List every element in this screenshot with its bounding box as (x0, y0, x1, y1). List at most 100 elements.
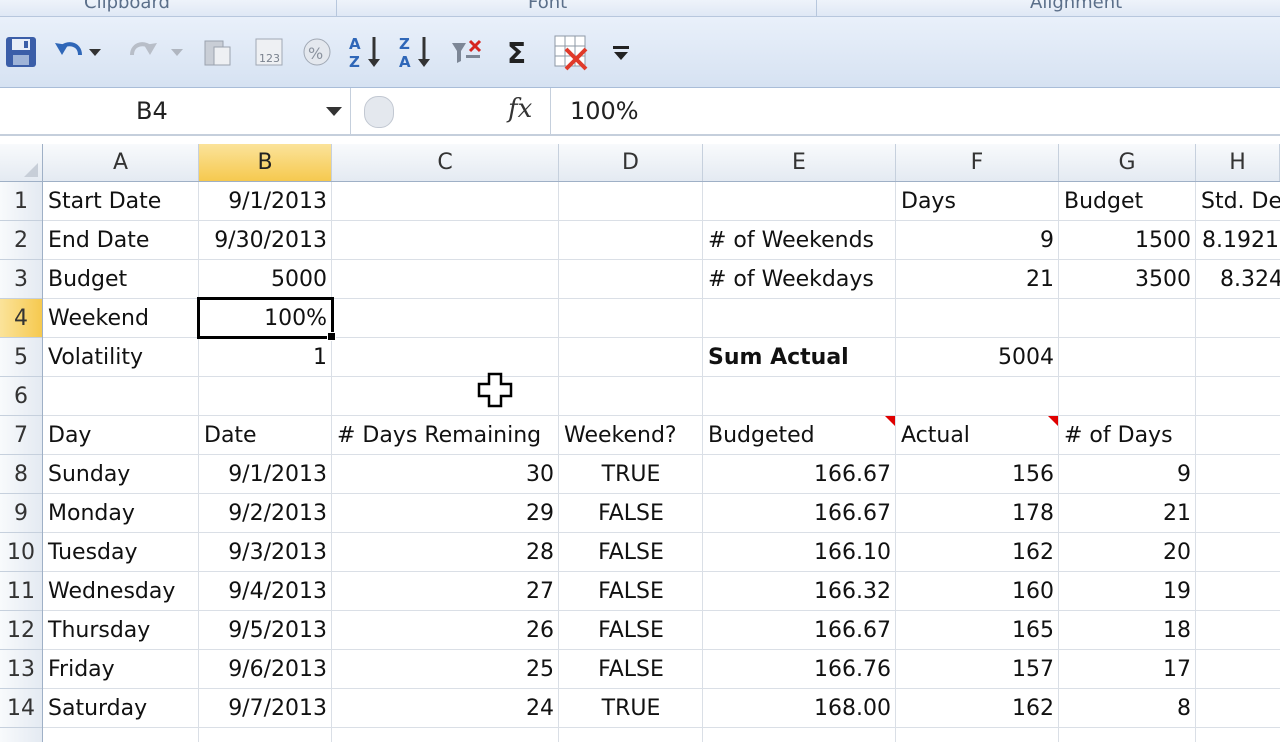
redo-icon[interactable] (124, 33, 162, 71)
insert-function-icon[interactable]: fx (508, 94, 532, 124)
column-header-g[interactable]: G (1059, 144, 1196, 181)
cell-g9[interactable]: 21 (1059, 494, 1196, 533)
cell-e14[interactable]: 168.00 (703, 689, 896, 728)
active-cell-selection[interactable] (197, 297, 334, 339)
row-header-13[interactable]: 13 (0, 650, 42, 689)
cell-g7[interactable]: # of Days (1059, 416, 1196, 455)
percent-style-icon[interactable]: % (298, 33, 336, 71)
row-header-5[interactable]: 5 (0, 338, 42, 377)
cell-g11[interactable]: 19 (1059, 572, 1196, 611)
cell-d12[interactable]: FALSE (559, 611, 703, 650)
cell-c13[interactable]: 25 (332, 650, 559, 689)
cell-e13[interactable]: 166.76 (703, 650, 896, 689)
fill-handle[interactable] (327, 332, 336, 341)
cell-e2[interactable]: # of Weekends (703, 221, 896, 260)
cell-e9[interactable]: 166.67 (703, 494, 896, 533)
cell-c7[interactable]: # Days Remaining (332, 416, 559, 455)
cell-f1[interactable]: Days (896, 182, 1059, 221)
chevron-down-icon[interactable] (326, 107, 342, 116)
row-header-7[interactable]: 7 (0, 416, 42, 455)
cell-f3[interactable]: 21 (896, 260, 1059, 299)
customize-qat-icon[interactable] (604, 33, 638, 71)
cell-a1[interactable]: Start Date (43, 182, 199, 221)
cell-a14[interactable]: Saturday (43, 689, 199, 728)
cell-d13[interactable]: FALSE (559, 650, 703, 689)
column-header-f[interactable]: F (896, 144, 1059, 181)
row-header-6[interactable]: 6 (0, 377, 42, 416)
cell-b2[interactable]: 9/30/2013 (199, 221, 332, 260)
comment-indicator[interactable] (1048, 416, 1058, 426)
row-header-1[interactable]: 1 (0, 182, 42, 221)
cell-e12[interactable]: 166.67 (703, 611, 896, 650)
clear-filter-icon[interactable] (448, 33, 486, 71)
cell-b12[interactable]: 9/5/2013 (199, 611, 332, 650)
cell-d14[interactable]: TRUE (559, 689, 703, 728)
cell-d8[interactable]: TRUE (559, 455, 703, 494)
sort-ascending-icon[interactable]: AZ (348, 33, 386, 71)
paste-icon[interactable] (198, 33, 236, 71)
row-header-14[interactable]: 14 (0, 689, 42, 728)
cell-f9[interactable]: 178 (896, 494, 1059, 533)
cell-b14[interactable]: 9/7/2013 (199, 689, 332, 728)
cell-f7[interactable]: Actual (896, 416, 1059, 455)
column-header-a[interactable]: A (43, 144, 199, 181)
cell-h2[interactable]: 8.1921 (1196, 221, 1280, 260)
cell-g12[interactable]: 18 (1059, 611, 1196, 650)
row-header-3[interactable]: 3 (0, 260, 42, 299)
row-header-12[interactable]: 12 (0, 611, 42, 650)
cell-f13[interactable]: 157 (896, 650, 1059, 689)
row-header-8[interactable]: 8 (0, 455, 42, 494)
select-all-button[interactable] (0, 144, 43, 181)
cell-c11[interactable]: 27 (332, 572, 559, 611)
delete-icon[interactable] (552, 33, 590, 71)
cell-c14[interactable]: 24 (332, 689, 559, 728)
cell-a12[interactable]: Thursday (43, 611, 199, 650)
cell-e7[interactable]: Budgeted (703, 416, 896, 455)
cell-g8[interactable]: 9 (1059, 455, 1196, 494)
autosum-icon[interactable]: Σ (500, 33, 538, 71)
cell-d10[interactable]: FALSE (559, 533, 703, 572)
cell-d9[interactable]: FALSE (559, 494, 703, 533)
cell-a3[interactable]: Budget (43, 260, 199, 299)
cell-f11[interactable]: 160 (896, 572, 1059, 611)
cell-f8[interactable]: 156 (896, 455, 1059, 494)
cell-a9[interactable]: Monday (43, 494, 199, 533)
column-header-b[interactable]: B (199, 144, 332, 181)
cell-f10[interactable]: 162 (896, 533, 1059, 572)
cell-area[interactable]: Start Date 9/1/2013 Days Budget Std. De … (43, 182, 1280, 742)
cell-b9[interactable]: 9/2/2013 (199, 494, 332, 533)
cell-e8[interactable]: 166.67 (703, 455, 896, 494)
cell-f14[interactable]: 162 (896, 689, 1059, 728)
comment-indicator[interactable] (885, 416, 895, 426)
cell-f5[interactable]: 5004 (896, 338, 1059, 377)
cell-g3[interactable]: 3500 (1059, 260, 1196, 299)
cell-h3[interactable]: 8.324 (1196, 260, 1280, 299)
cell-d11[interactable]: FALSE (559, 572, 703, 611)
row-header-9[interactable]: 9 (0, 494, 42, 533)
column-header-d[interactable]: D (559, 144, 703, 181)
column-header-c[interactable]: C (332, 144, 559, 181)
cell-a10[interactable]: Tuesday (43, 533, 199, 572)
row-header-11[interactable]: 11 (0, 572, 42, 611)
cell-a5[interactable]: Volatility (43, 338, 199, 377)
cell-c10[interactable]: 28 (332, 533, 559, 572)
redo-dropdown-icon[interactable] (166, 33, 188, 71)
cell-c9[interactable]: 29 (332, 494, 559, 533)
cell-b11[interactable]: 9/4/2013 (199, 572, 332, 611)
cell-c8[interactable]: 30 (332, 455, 559, 494)
cell-h1[interactable]: Std. De (1196, 182, 1280, 221)
cell-a8[interactable]: Sunday (43, 455, 199, 494)
cell-d7[interactable]: Weekend? (559, 416, 703, 455)
cell-e3[interactable]: # of Weekdays (703, 260, 896, 299)
cell-a4[interactable]: Weekend (43, 299, 199, 338)
column-header-e[interactable]: E (703, 144, 896, 181)
sort-descending-icon[interactable]: ZA (398, 33, 436, 71)
cell-g10[interactable]: 20 (1059, 533, 1196, 572)
cell-b1[interactable]: 9/1/2013 (199, 182, 332, 221)
row-header-2[interactable]: 2 (0, 221, 42, 260)
cell-a7[interactable]: Day (43, 416, 199, 455)
cell-c12[interactable]: 26 (332, 611, 559, 650)
cell-e10[interactable]: 166.10 (703, 533, 896, 572)
cell-f2[interactable]: 9 (896, 221, 1059, 260)
save-icon[interactable] (2, 33, 40, 71)
